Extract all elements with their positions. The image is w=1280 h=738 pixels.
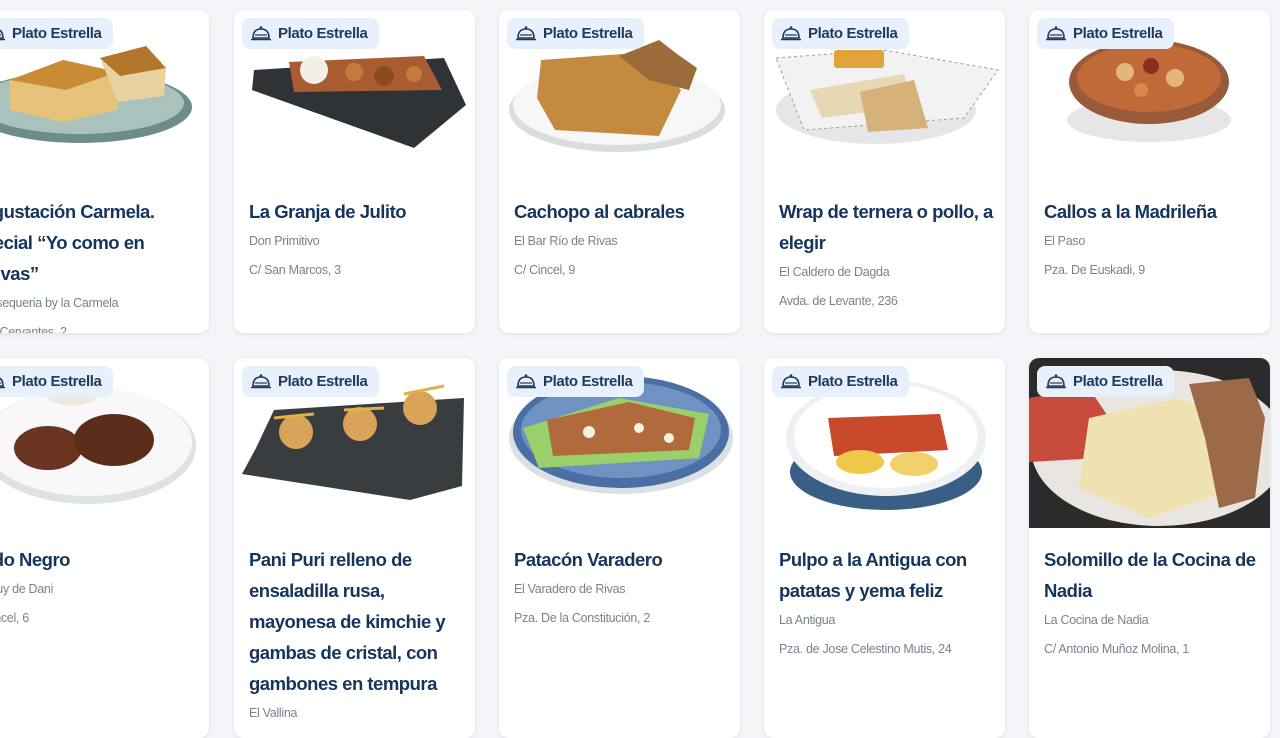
dish-card[interactable]: Plato Estrella Pulpo a la Antigua con pa… xyxy=(764,358,1005,738)
cloche-icon xyxy=(781,373,801,388)
dish-card[interactable]: Plato Estrella ado Negro epuy de Dani Ci… xyxy=(0,358,209,738)
dish-card[interactable]: Plato Estrella Wrap de ternera o pollo, … xyxy=(764,10,1005,333)
dish-card[interactable]: Plato Estrella egustación Carmela. pecia… xyxy=(0,10,209,333)
badge-label: Plato Estrella xyxy=(808,25,898,42)
dish-title[interactable]: Solomillo de la Cocina de Nadia La Cocin… xyxy=(1044,544,1258,664)
restaurant-name: eesequeria by la Carmela xyxy=(0,296,119,310)
badge-label: Plato Estrella xyxy=(1073,25,1163,42)
restaurant-address: Pza. De la Constitución, 2 xyxy=(514,611,651,625)
plato-estrella-badge: Plato Estrella xyxy=(1037,366,1175,397)
cloche-icon xyxy=(1046,373,1066,388)
cloche-icon xyxy=(516,25,536,40)
badge-label: Plato Estrella xyxy=(808,373,898,390)
dish-card[interactable]: Plato Estrella Cachopo al cabrales El Ba… xyxy=(499,10,740,333)
restaurant-address: de Cervantes, 2 xyxy=(0,325,67,333)
badge-label: Plato Estrella xyxy=(278,25,368,42)
dish-title[interactable]: Wrap de ternera o pollo, a elegir El Cal… xyxy=(779,196,993,316)
badge-label: Plato Estrella xyxy=(1073,373,1163,390)
badge-label: Plato Estrella xyxy=(12,373,102,390)
restaurant-name: epuy de Dani xyxy=(0,582,54,596)
dish-title[interactable]: La Granja de Julito Don Primitivo C/ San… xyxy=(249,196,463,285)
cloche-icon xyxy=(0,28,5,40)
dish-title[interactable]: Callos a la Madrileña El Paso Pza. De Eu… xyxy=(1044,196,1258,285)
restaurant-name: La Cocina de Nadia xyxy=(1044,613,1149,627)
restaurant-address: Cincel, 6 xyxy=(0,611,29,625)
dish-card[interactable]: Plato Estrella Solomillo de la Cocina de… xyxy=(1029,358,1270,738)
restaurant-name: Don Primitivo xyxy=(249,234,320,248)
restaurant-address: C/ San Marcos, 3 xyxy=(249,263,341,277)
dish-title[interactable]: Cachopo al cabrales El Bar Río de Rivas … xyxy=(514,196,728,285)
dish-card[interactable]: Plato Estrella La Granja de Julito Don P… xyxy=(234,10,475,333)
cloche-icon xyxy=(0,376,5,388)
dish-card[interactable]: Plato Estrella Patacón Varadero El Varad… xyxy=(499,358,740,738)
plato-estrella-badge: Plato Estrella xyxy=(772,18,910,49)
cloche-icon xyxy=(516,373,536,388)
badge-label: Plato Estrella xyxy=(543,373,633,390)
badge-label: Plato Estrella xyxy=(278,373,368,390)
restaurant-address: C/ Antonio Muñoz Molina, 1 xyxy=(1044,642,1190,656)
plato-estrella-badge: Plato Estrella xyxy=(1037,18,1175,49)
restaurant-address: Pza. De Euskadi, 9 xyxy=(1044,263,1145,277)
plato-estrella-badge: Plato Estrella xyxy=(242,366,380,397)
dish-card[interactable]: Plato Estrella Callos a la Madrileña El … xyxy=(1029,10,1270,333)
plato-estrella-badge: Plato Estrella xyxy=(772,366,910,397)
dish-card[interactable]: Plato Estrella Pani Puri relleno de ensa… xyxy=(234,358,475,738)
restaurant-name: La Antigua xyxy=(779,613,836,627)
dish-title[interactable]: egustación Carmela. pecial “Yo como en R… xyxy=(0,196,197,333)
restaurant-address: C/ Cincel, 9 xyxy=(514,263,576,277)
dish-title[interactable]: Pani Puri relleno de ensaladilla rusa, m… xyxy=(249,544,463,728)
badge-label: Plato Estrella xyxy=(543,25,633,42)
restaurant-name: El Caldero de Dagda xyxy=(779,265,890,279)
dish-title[interactable]: Patacón Varadero El Varadero de Rivas Pz… xyxy=(514,544,728,633)
restaurant-name: El Paso xyxy=(1044,234,1085,248)
badge-label: Plato Estrella xyxy=(12,25,102,42)
restaurant-address: Avda. de Levante, 236 xyxy=(779,294,898,308)
restaurant-name: El Vallina xyxy=(249,706,298,720)
plato-estrella-badge: Plato Estrella xyxy=(507,18,645,49)
restaurant-address: Pza. de Jose Celestino Mutis, 24 xyxy=(779,642,952,656)
plato-estrella-badge: Plato Estrella xyxy=(242,18,380,49)
cloche-icon xyxy=(781,25,801,40)
cloche-icon xyxy=(251,373,271,388)
plato-estrella-badge: Plato Estrella xyxy=(507,366,645,397)
cloche-icon xyxy=(1046,25,1066,40)
plato-estrella-badge: Plato Estrella xyxy=(0,366,114,397)
dish-title[interactable]: Pulpo a la Antigua con patatas y yema fe… xyxy=(779,544,993,664)
dish-title[interactable]: ado Negro epuy de Dani Cincel, 6 xyxy=(0,544,197,633)
cloche-icon xyxy=(251,25,271,40)
plato-estrella-badge: Plato Estrella xyxy=(0,18,114,49)
restaurant-name: El Bar Río de Rivas xyxy=(514,234,618,248)
restaurant-name: El Varadero de Rivas xyxy=(514,582,626,596)
